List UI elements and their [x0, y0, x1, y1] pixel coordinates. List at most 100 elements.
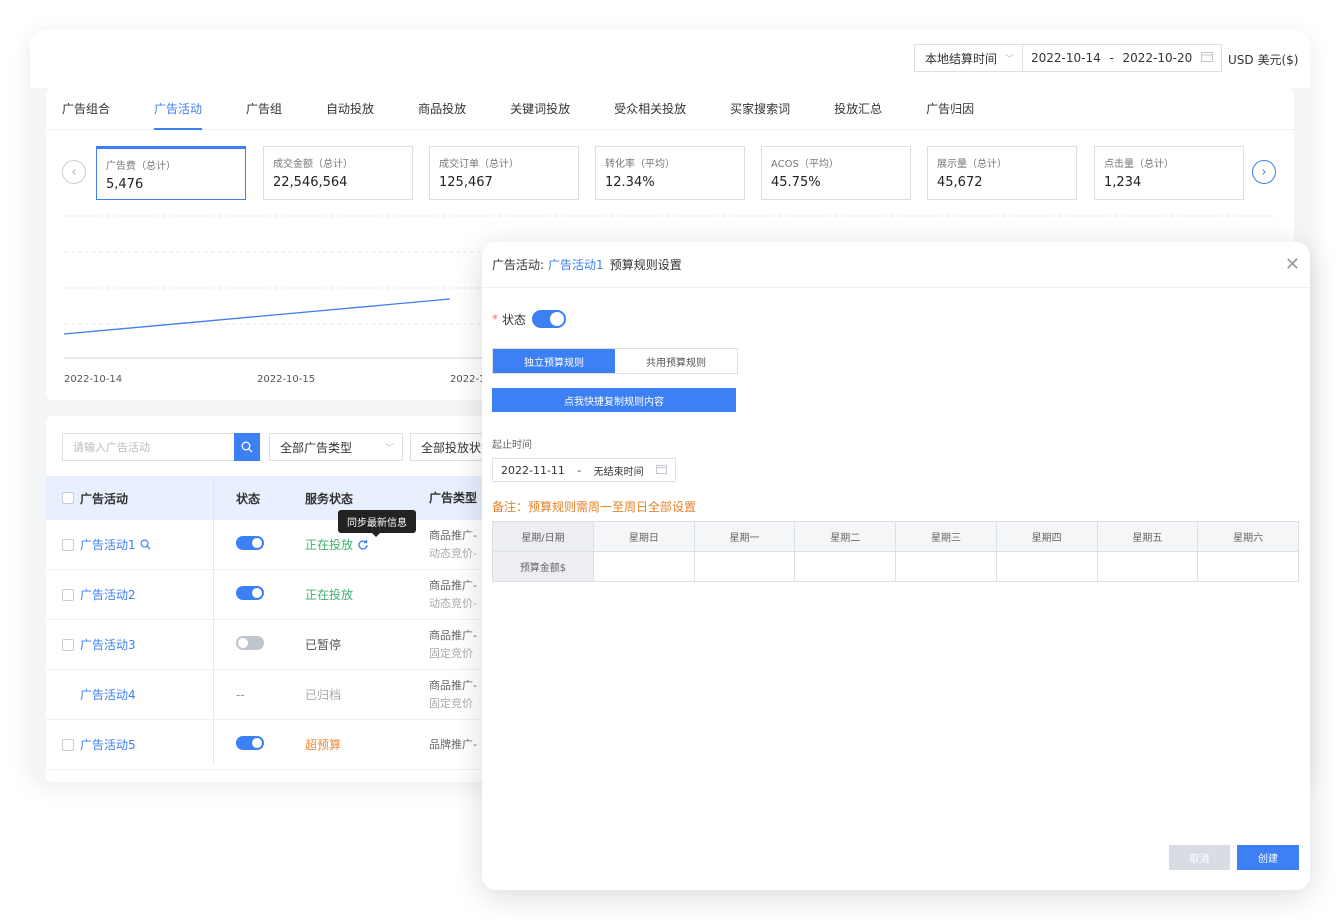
metric-label: 展示量（总计）	[937, 159, 1007, 170]
tab-attribution[interactable]: 广告归因	[926, 88, 974, 130]
campaign-link[interactable]: 广告活动2	[80, 586, 136, 603]
row-checkbox[interactable]	[62, 738, 74, 751]
x-tick-label: 2022-10-15	[257, 374, 315, 385]
budget-cell[interactable]	[794, 551, 897, 582]
tab-search-terms[interactable]: 买家搜索词	[730, 88, 790, 130]
search-icon[interactable]	[140, 539, 151, 550]
row-checkbox[interactable]	[62, 538, 74, 551]
bid-type: 动态竞价-	[429, 546, 477, 560]
corner-cell: 星期/日期	[492, 521, 594, 552]
name-cell: 广告活动1	[62, 536, 151, 553]
service-status: 正在投放	[305, 538, 354, 552]
budget-cell[interactable]	[593, 551, 695, 582]
tab-audience-targeting[interactable]: 受众相关投放	[614, 88, 686, 130]
budget-cell[interactable]	[895, 551, 997, 582]
tab-ad-portfolio[interactable]: 广告组合	[62, 88, 110, 130]
calendar-icon	[1201, 51, 1213, 65]
tab-product-targeting[interactable]: 商品投放	[418, 88, 466, 130]
campaign-link[interactable]: 广告活动5	[80, 736, 136, 753]
metric-card-conversion[interactable]: 转化率（平均） 12.34%	[595, 146, 745, 200]
budget-cell[interactable]	[693, 551, 796, 582]
bid-type: 动态竞价-	[429, 596, 477, 610]
campaign-link[interactable]: 广告活动4	[80, 686, 136, 703]
sync-tooltip: 同步最新信息	[338, 510, 416, 537]
tab-keyword-targeting[interactable]: 关键词投放	[510, 88, 570, 130]
date-range-label: 起止时间	[492, 440, 532, 451]
search-button[interactable]	[234, 433, 260, 461]
name-cell: 广告活动4	[62, 686, 136, 703]
service-status: 已归档	[305, 688, 342, 702]
row-checkbox[interactable]	[62, 588, 74, 601]
date-range[interactable]: 2022-10-14 - 2022-10-20	[1023, 51, 1221, 65]
currency-label[interactable]: USD 美元($)	[1228, 51, 1298, 68]
budget-note: 备注：预算规则需周一至周日全部设置	[492, 500, 697, 514]
metric-label: 成交订单（总计）	[439, 159, 519, 170]
dialog-title-suffix: 预算规则设置	[609, 258, 682, 272]
day-header: 星期三	[895, 521, 997, 552]
search-input[interactable]	[63, 434, 234, 460]
status-toggle[interactable]	[236, 536, 264, 550]
metric-value: 12.34%	[605, 175, 655, 190]
rule-date-start: 2022-11-11	[501, 463, 565, 477]
tab-auto-targeting[interactable]: 自动投放	[326, 88, 374, 130]
row-checkbox[interactable]	[62, 638, 74, 651]
type-cell: 商品推广- 动态竞价-	[429, 527, 477, 563]
status-cell	[236, 736, 264, 753]
ad-type: 商品推广-	[429, 678, 477, 692]
name-cell: 广告活动3	[62, 636, 136, 653]
type-cell: 商品推广- 固定竞价	[429, 627, 477, 663]
date-start: 2022-10-14	[1031, 51, 1101, 65]
metrics-carousel: ‹ 广告费（总计） 5,476 成交金额（总计） 22,546,564 成交订单…	[62, 146, 1278, 202]
budget-rule-dialog: 广告活动: 广告活动1 预算规则设置 ✕ * 状态 独立预算规则 共用预算规则 …	[482, 242, 1310, 890]
time-type-select[interactable]: 本地结算时间 ﹀	[915, 45, 1023, 71]
bid-type: 固定竞价	[429, 696, 473, 710]
status-cell	[236, 536, 264, 553]
tab-ad-group[interactable]: 广告组	[246, 88, 282, 130]
search-icon	[241, 441, 253, 453]
seg-independent-rule[interactable]: 独立预算规则	[493, 349, 615, 373]
day-header: 星期一	[693, 521, 796, 552]
metric-value: 1,234	[1104, 175, 1142, 190]
cancel-button[interactable]: 取消	[1169, 845, 1230, 870]
metric-card-orders[interactable]: 成交订单（总计） 125,467	[429, 146, 579, 200]
status-toggle[interactable]	[236, 736, 264, 750]
tab-targeting-summary[interactable]: 投放汇总	[834, 88, 882, 130]
close-icon[interactable]: ✕	[1285, 254, 1300, 275]
chevron-right-icon[interactable]: ›	[1252, 160, 1276, 184]
metric-card-clicks[interactable]: 点击量（总计） 1,234	[1094, 146, 1244, 200]
time-type-label: 本地结算时间	[925, 51, 998, 66]
top-toolbar: 本地结算时间 ﹀ 2022-10-14 - 2022-10-20 USD 美元(…	[30, 30, 1310, 88]
budget-amount-row: 预算金额$	[492, 551, 1299, 582]
campaign-link[interactable]: 广告活动3	[80, 636, 136, 653]
status-toggle[interactable]	[236, 636, 264, 650]
metric-card-acos[interactable]: ACOS（平均） 45.75%	[761, 146, 911, 200]
campaign-link[interactable]: 广告活动1	[80, 536, 136, 553]
date-range-picker[interactable]: 本地结算时间 ﹀ 2022-10-14 - 2022-10-20	[914, 44, 1222, 72]
budget-cell[interactable]	[995, 551, 1098, 582]
chevron-left-icon[interactable]: ‹	[62, 160, 86, 184]
campaign-search	[62, 433, 260, 461]
rule-date-picker[interactable]: 2022-11-11 - 无结束时间	[492, 458, 676, 482]
copy-rule-button[interactable]: 点我快捷复制规则内容	[492, 388, 736, 412]
status-toggle[interactable]	[236, 586, 264, 600]
refresh-icon[interactable]	[357, 539, 369, 551]
seg-shared-rule[interactable]: 共用预算规则	[615, 349, 737, 373]
create-button[interactable]: 创建	[1237, 845, 1299, 870]
metric-card-impressions[interactable]: 展示量（总计） 45,672	[927, 146, 1077, 200]
metric-card-ad-spend[interactable]: 广告费（总计） 5,476	[96, 146, 246, 200]
metric-value: 22,546,564	[273, 175, 348, 190]
tab-ad-campaign[interactable]: 广告活动	[154, 88, 203, 130]
budget-cell[interactable]	[1197, 551, 1299, 582]
budget-week-table: 星期/日期 星期日 星期一 星期二 星期三 星期四 星期五 星期六 预算金额$	[492, 521, 1299, 582]
rule-status-toggle[interactable]	[532, 310, 567, 328]
service-cell: 已暂停	[305, 636, 341, 653]
ad-type-select[interactable]: 全部广告类型 ﹀	[269, 433, 403, 461]
metric-card-sales[interactable]: 成交金额（总计） 22,546,564	[263, 146, 413, 200]
select-all-checkbox[interactable]	[62, 492, 74, 504]
service-cell: 正在投放	[305, 586, 353, 603]
rule-date-end: 无结束时间	[593, 466, 644, 478]
rule-type-segmented: 独立预算规则 共用预算规则	[492, 348, 738, 374]
budget-cell[interactable]	[1096, 551, 1199, 582]
dialog-campaign-link[interactable]: 广告活动1	[548, 256, 604, 273]
service-cell: 已归档	[305, 686, 341, 703]
